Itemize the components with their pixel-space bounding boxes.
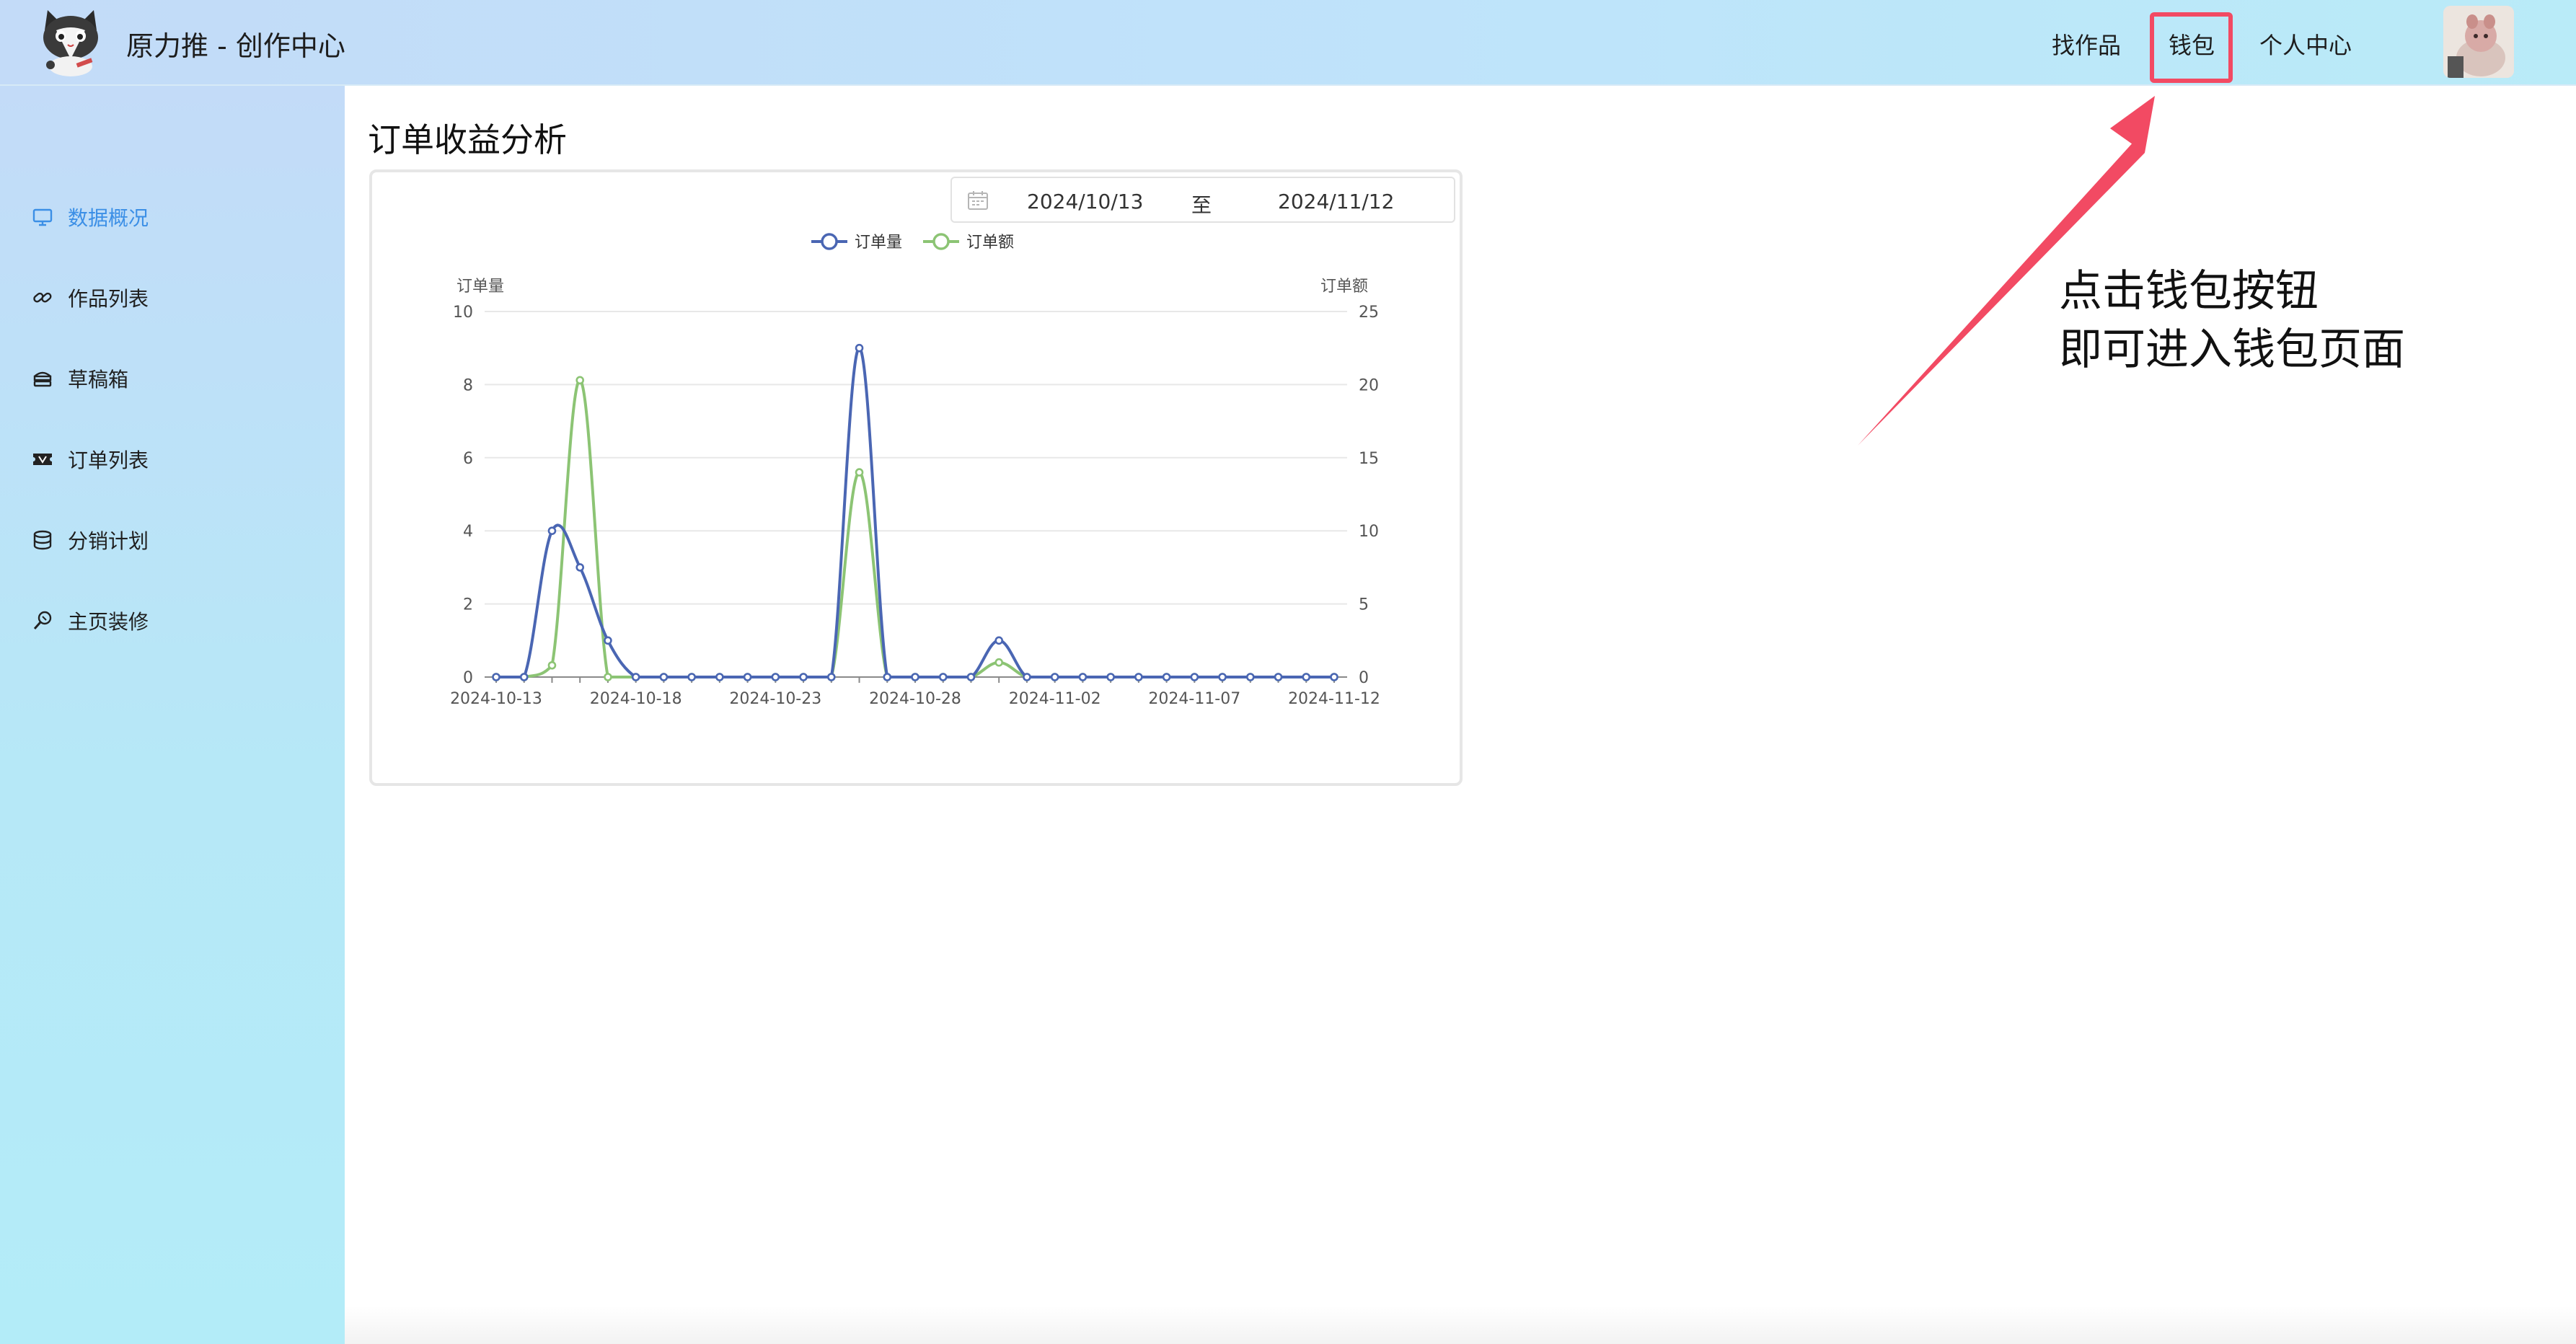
y-right-tick-label: 15 <box>1359 450 1379 468</box>
data-point-0-10 <box>771 673 780 681</box>
data-point-0-18 <box>994 636 1004 645</box>
app-title: 原力推 - 创作中心 <box>126 30 345 62</box>
data-point-1-13 <box>855 468 864 477</box>
data-point-0-15 <box>911 673 919 681</box>
sidebar-item-orders[interactable]: 订单列表 <box>32 443 149 475</box>
data-point-0-23 <box>1134 673 1143 681</box>
sidebar: 数据概况 作品列表 草稿箱 订单列表 分销计划 主页装修 <box>0 86 345 1344</box>
sidebar-item-label: 数据概况 <box>68 206 149 230</box>
x-tick-label: 2024-10-18 <box>590 690 682 708</box>
annotation-text-line1: 点击钱包按钮 <box>2059 266 2319 317</box>
sidebar-item-works-list[interactable]: 作品列表 <box>32 282 149 314</box>
sidebar-item-label: 作品列表 <box>68 287 149 311</box>
y-right-tick-label: 20 <box>1359 376 1379 394</box>
data-point-0-16 <box>938 673 948 681</box>
nav-find-works[interactable]: 找作品 <box>2052 27 2121 61</box>
legend-label-0: 订单量 <box>855 234 902 252</box>
box-icon <box>32 368 53 389</box>
ticket-icon <box>32 448 53 470</box>
data-point-0-26 <box>1218 673 1227 681</box>
sidebar-item-drafts[interactable]: 草稿箱 <box>32 363 128 394</box>
data-point-1-3 <box>575 376 585 385</box>
y-right-axis-title: 订单额 <box>1320 278 1368 296</box>
data-point-0-8 <box>715 673 724 681</box>
data-point-0-19 <box>1023 673 1031 681</box>
legend-label-1: 订单额 <box>966 234 1014 252</box>
y-left-axis-title: 订单量 <box>456 278 504 296</box>
data-point-0-5 <box>631 673 640 681</box>
sidebar-item-homepage-design[interactable]: 主页装修 <box>32 605 149 637</box>
cat-logo-icon[interactable] <box>35 9 107 78</box>
link-icon <box>32 287 53 309</box>
y-left-tick-label: 4 <box>463 523 473 541</box>
y-right-tick-label: 10 <box>1359 523 1379 541</box>
data-point-0-7 <box>687 673 696 681</box>
data-point-0-27 <box>1246 673 1255 681</box>
y-right-tick-label: 5 <box>1359 596 1369 614</box>
data-point-0-13 <box>855 343 864 353</box>
data-point-0-1 <box>519 673 529 681</box>
data-point-0-21 <box>1078 673 1088 681</box>
x-tick-label: 2024-11-12 <box>1288 690 1380 708</box>
brush-icon <box>32 610 53 632</box>
data-point-0-6 <box>659 673 669 681</box>
x-tick-label: 2024-10-13 <box>450 690 542 708</box>
bottom-shadow <box>345 1305 2576 1344</box>
user-avatar[interactable] <box>2443 6 2514 78</box>
legend-marker-1 <box>932 233 950 250</box>
nav-personal-center[interactable]: 个人中心 <box>2259 27 2352 61</box>
data-point-0-20 <box>1050 673 1059 681</box>
y-left-tick-label: 8 <box>463 376 473 394</box>
data-point-0-24 <box>1162 673 1171 681</box>
data-point-0-3 <box>575 563 585 572</box>
x-tick-label: 2024-10-23 <box>729 690 821 708</box>
data-point-0-25 <box>1190 673 1199 681</box>
data-point-0-30 <box>1330 673 1338 681</box>
data-point-0-4 <box>604 636 612 645</box>
sidebar-item-label: 主页装修 <box>68 610 149 634</box>
annotation-text-line2: 即可进入钱包页面 <box>2059 324 2405 375</box>
legend-marker-0 <box>821 233 838 250</box>
monitor-icon <box>32 206 53 228</box>
data-point-0-9 <box>743 673 752 681</box>
x-tick-label: 2024-10-28 <box>869 690 961 708</box>
data-point-0-0 <box>492 673 500 681</box>
x-tick-label: 2024-11-07 <box>1148 690 1240 708</box>
data-point-1-4 <box>604 673 612 681</box>
data-point-1-2 <box>547 660 557 670</box>
data-point-0-14 <box>883 673 892 681</box>
sidebar-item-distribution[interactable]: 分销计划 <box>32 524 149 556</box>
y-left-tick-label: 10 <box>453 304 473 322</box>
y-right-tick-label: 0 <box>1359 669 1369 687</box>
y-left-tick-label: 6 <box>463 450 473 468</box>
data-point-0-2 <box>547 526 557 536</box>
database-icon <box>32 529 53 551</box>
data-point-1-18 <box>994 658 1004 667</box>
x-tick-label: 2024-11-02 <box>1009 690 1101 708</box>
sidebar-item-label: 草稿箱 <box>68 368 129 392</box>
data-point-0-22 <box>1106 673 1115 681</box>
sidebar-item-label: 订单列表 <box>68 448 149 472</box>
y-right-tick-label: 25 <box>1359 304 1379 322</box>
page-title: 订单收益分析 <box>368 120 567 159</box>
sidebar-item-label: 分销计划 <box>68 529 149 553</box>
data-point-0-29 <box>1302 673 1311 681</box>
data-point-0-11 <box>799 673 808 681</box>
data-point-0-17 <box>966 673 976 681</box>
y-left-tick-label: 0 <box>463 669 473 687</box>
sidebar-item-data-overview[interactable]: 数据概况 <box>32 201 149 233</box>
series-line-1 <box>495 379 1334 679</box>
order-revenue-chart: 02468100510152025订单量 订单额2024-10-13 2024-10… <box>450 233 1380 708</box>
series-line-0 <box>495 346 1334 679</box>
data-point-0-28 <box>1274 673 1283 681</box>
y-left-tick-label: 2 <box>463 596 473 614</box>
data-point-0-12 <box>826 673 836 681</box>
wallet-highlight-box <box>2150 12 2233 83</box>
